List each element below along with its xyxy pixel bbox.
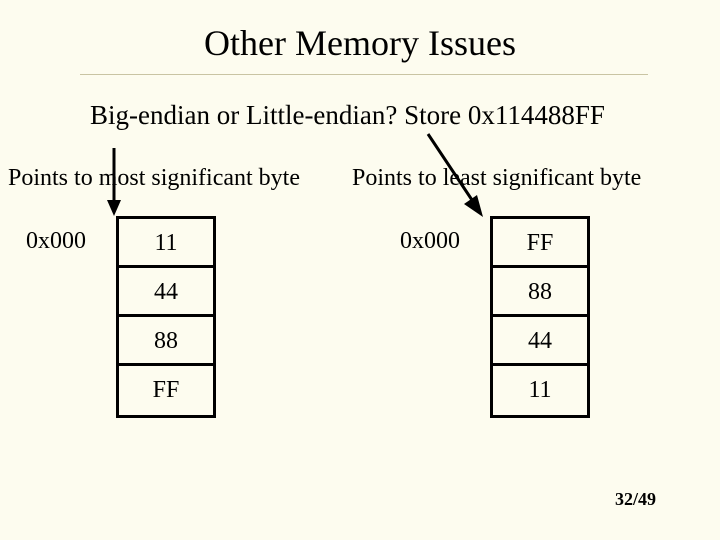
memory-cell: 11 <box>119 219 213 268</box>
memory-cell: 88 <box>493 268 587 317</box>
memory-cell: 44 <box>119 268 213 317</box>
title-divider <box>80 74 648 75</box>
big-endian-caption: Points to most significant byte <box>8 165 300 192</box>
memory-cell: FF <box>493 219 587 268</box>
slide-title: Other Memory Issues <box>0 22 720 64</box>
arrow-little-endian <box>420 134 490 224</box>
memory-cell: 44 <box>493 317 587 366</box>
memory-cell: 88 <box>119 317 213 366</box>
big-endian-memory-column: 11 44 88 FF <box>116 216 216 418</box>
page-number: 32/49 <box>615 489 656 510</box>
little-endian-caption: Points to least significant byte <box>352 165 641 192</box>
slide-subtitle: Big-endian or Little-endian? Store 0x114… <box>90 100 605 131</box>
big-endian-address: 0x000 <box>26 228 86 255</box>
memory-cell: FF <box>119 366 213 415</box>
memory-cell: 11 <box>493 366 587 415</box>
arrow-big-endian <box>104 148 124 218</box>
little-endian-address: 0x000 <box>400 228 460 255</box>
little-endian-memory-column: FF 88 44 11 <box>490 216 590 418</box>
